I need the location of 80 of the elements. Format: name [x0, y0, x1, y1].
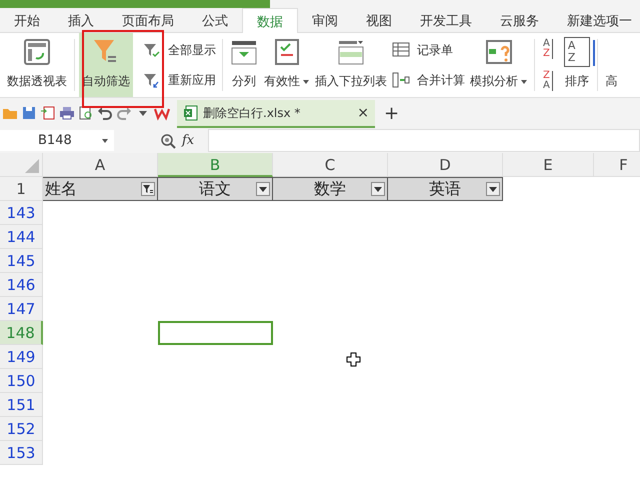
table-cell: 英语 [429, 178, 461, 200]
ribbon-tab[interactable]: 公式 [188, 8, 242, 32]
ribbon-button[interactable]: 插入下拉列表 [312, 33, 390, 97]
undo-icon[interactable] [97, 105, 113, 121]
ribbon-tab[interactable]: 云服务 [486, 8, 553, 32]
ribbon-tab[interactable]: 开始 [0, 8, 54, 32]
funnel-check-icon [143, 42, 161, 58]
column-header[interactable]: A [43, 153, 158, 177]
row-header[interactable]: 152 [0, 417, 43, 441]
document-tab[interactable]: 删除空白行.xlsx * × [177, 100, 375, 128]
magnifier-icon [160, 132, 176, 148]
table-cell: 数学 [314, 178, 346, 200]
table-cell: 语文 [199, 178, 231, 200]
redo-icon[interactable] [116, 105, 132, 121]
funnel-arrow-icon [143, 72, 161, 88]
name-box[interactable]: B148 [0, 130, 114, 151]
table-icon [23, 38, 51, 66]
ribbon-button[interactable]: 分列 [227, 33, 261, 97]
ribbon-button[interactable]: 全部显示 [143, 42, 216, 58]
caret-icon [373, 184, 383, 194]
merge-icon [392, 72, 410, 88]
filter-icon [143, 184, 153, 194]
ribbon-button[interactable]: 重新应用 [143, 72, 216, 88]
ribbon-tab[interactable]: 数据 [242, 8, 298, 33]
caret-icon [102, 138, 108, 142]
ribbon-button[interactable]: 合并计算 [392, 72, 465, 88]
sort-button[interactable]: A Z 排序 [560, 33, 594, 97]
caret-icon [488, 184, 498, 194]
ribbon-button[interactable]: 高 [602, 33, 620, 97]
save-icon[interactable] [21, 105, 37, 121]
ribbon-button[interactable]: 模拟分析 [467, 33, 530, 97]
row-header[interactable]: 146 [0, 273, 43, 297]
grid-question-icon [484, 38, 512, 66]
close-button[interactable]: × [357, 105, 369, 121]
ribbon-button[interactable]: 数据透视表 [4, 33, 70, 97]
row-header[interactable]: 153 [0, 441, 43, 465]
ribbon-tab[interactable]: 新建选项一 [553, 8, 640, 32]
formula-input[interactable] [208, 129, 640, 152]
ribbon-tab[interactable]: 视图 [352, 8, 406, 32]
row-header[interactable]: 150 [0, 369, 43, 393]
sort-button[interactable]: A Z [543, 39, 557, 59]
column-header[interactable]: F [594, 153, 640, 177]
filter-dropdown-button[interactable] [141, 182, 155, 196]
split-columns-icon [230, 38, 258, 66]
print-preview-icon[interactable] [78, 105, 94, 121]
spreadsheet-file-icon [183, 105, 199, 121]
caret-icon [303, 80, 309, 84]
grid-icon [392, 42, 410, 58]
checklist-icon [272, 38, 300, 66]
column-header[interactable]: E [503, 153, 594, 177]
function-button[interactable]: fx [182, 133, 194, 148]
ribbon-tab[interactable]: 插入 [54, 8, 108, 32]
ribbon-button[interactable]: 有效性 [261, 33, 312, 97]
new-tab-button[interactable]: + [384, 102, 400, 124]
row-header[interactable]: 149 [0, 345, 43, 369]
sort-button[interactable]: Z A [543, 71, 557, 91]
triangle-icon [25, 159, 39, 173]
crosshair-cursor-icon [346, 352, 361, 367]
active-cell[interactable] [158, 321, 273, 345]
printer-icon[interactable] [59, 105, 75, 121]
column-header[interactable]: C [273, 153, 388, 177]
table-cell: 姓名 [45, 178, 77, 200]
row-header[interactable]: 145 [0, 249, 43, 273]
row-header[interactable]: 143 [0, 201, 43, 225]
ribbon-tab[interactable]: 开发工具 [406, 8, 486, 32]
list-icon [337, 38, 365, 66]
ribbon-button[interactable]: 记录单 [392, 42, 465, 58]
filter-dropdown-button[interactable] [256, 182, 270, 196]
caret-icon [521, 80, 527, 84]
row-header[interactable]: 147 [0, 297, 43, 321]
column-header[interactable]: D [388, 153, 503, 177]
row-header[interactable]: 1 [0, 177, 43, 201]
row-header[interactable]: 151 [0, 393, 43, 417]
caret-icon [258, 184, 268, 194]
row-header[interactable]: 144 [0, 225, 43, 249]
ribbon-tab[interactable]: 审阅 [298, 8, 352, 32]
filter-dropdown-button[interactable] [486, 182, 500, 196]
filter-dropdown-button[interactable] [371, 182, 385, 196]
ribbon-tab[interactable]: 页面布局 [108, 8, 188, 32]
document-export-icon[interactable] [40, 105, 56, 121]
